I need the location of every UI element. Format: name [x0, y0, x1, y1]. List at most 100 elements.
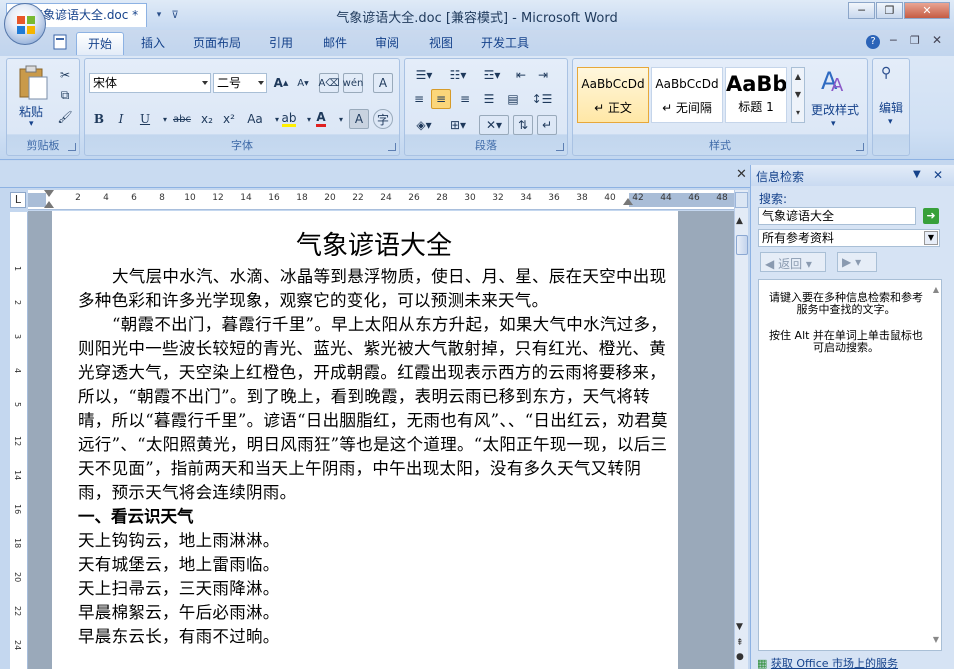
tab-references[interactable]: 引用 [258, 32, 304, 55]
superscript-button[interactable]: x² [219, 109, 239, 129]
bold-button[interactable]: B [89, 109, 109, 129]
char-border-icon[interactable]: A [373, 73, 393, 93]
tab-insert[interactable]: 插入 [130, 32, 176, 55]
styles-launcher-icon[interactable] [856, 143, 864, 151]
enclose-char-icon[interactable]: 字 [373, 109, 393, 129]
font-color-icon[interactable]: A [311, 109, 331, 129]
tab-selector-icon[interactable]: L [10, 192, 26, 208]
style-normal[interactable]: AaBbCcDd ↵ 正文 [577, 67, 649, 123]
change-case-button[interactable]: Aa [243, 109, 267, 129]
change-styles-dropdown-icon[interactable]: ▾ [831, 119, 836, 129]
forward-button[interactable]: ▶ ▾ [837, 252, 877, 272]
first-line-indent-marker[interactable] [44, 190, 54, 197]
style-heading1[interactable]: AaBb 标题 1 [725, 67, 787, 123]
results-scroll-down-icon[interactable]: ▼ [933, 634, 939, 646]
tab-home[interactable]: 开始 [76, 32, 125, 55]
cut-icon[interactable]: ✂ [55, 65, 75, 85]
quick-tab-icon[interactable] [52, 34, 70, 52]
right-indent-marker[interactable] [623, 198, 633, 205]
show-marks-icon[interactable]: ↵ [537, 115, 557, 135]
clear-format-icon[interactable]: A⌫ [319, 73, 340, 93]
close-button[interactable]: ✕ [904, 2, 950, 19]
align-right-icon[interactable]: ≡ [455, 89, 475, 109]
multilevel-list-icon[interactable]: ☲▾ [477, 65, 507, 85]
borders-icon[interactable]: ⊞▾ [443, 115, 473, 135]
binoculars-icon[interactable]: ⚲ [881, 65, 903, 87]
office-button[interactable] [4, 3, 46, 45]
select-browse-object-icon[interactable]: ● [736, 652, 744, 662]
scroll-up-icon[interactable]: ▲ [736, 216, 743, 226]
paste-button[interactable]: 粘贴 [19, 103, 43, 120]
doc-minimize-icon[interactable]: ─ [890, 34, 897, 47]
char-shading-icon[interactable]: A [349, 109, 369, 129]
search-input[interactable]: 气象谚语大全 [758, 207, 916, 225]
align-center-icon[interactable]: ≡ [431, 89, 451, 109]
style-no-spacing[interactable]: AaBbCcDd ↵ 无间隔 [651, 67, 723, 123]
editing-button[interactable]: 编辑 [879, 99, 903, 116]
copy-icon[interactable]: ⧉ [55, 85, 75, 105]
increase-indent-icon[interactable]: ⇥ [533, 65, 553, 85]
tab-developer[interactable]: 开发工具 [470, 32, 540, 55]
styles-scroll[interactable]: ▲ ▼ ▾ [791, 67, 805, 123]
strikethrough-button[interactable]: abc [169, 109, 195, 129]
document-close-icon[interactable]: ✕ [736, 167, 747, 182]
document-page[interactable]: 气象谚语大全 大气层中水汽、水滴、冰晶等到悬浮物质，使日、月、星、辰在天空中出现… [52, 211, 678, 669]
font-name-combo[interactable]: 宋体 [89, 73, 211, 93]
paragraph-launcher-icon[interactable] [556, 143, 564, 151]
tab-mailings[interactable]: 邮件 [312, 32, 358, 55]
shrink-font-icon[interactable]: A ▼ [293, 73, 313, 93]
document-canvas[interactable]: 气象谚语大全 大气层中水汽、水滴、冰晶等到悬浮物质，使日、月、星、辰在天空中出现… [28, 211, 734, 669]
view-ruler-icon[interactable] [735, 192, 748, 208]
back-button[interactable]: ◀ 返回 ▾ [760, 252, 826, 272]
change-styles-button[interactable]: 更改样式 [811, 101, 859, 118]
tab-view[interactable]: 视图 [418, 32, 464, 55]
pane-options-icon[interactable]: ▼ [913, 169, 921, 180]
decrease-indent-icon[interactable]: ⇤ [511, 65, 531, 85]
help-icon[interactable]: ? [866, 35, 880, 49]
font-size-combo[interactable]: 二号 [213, 73, 267, 93]
sort-icon[interactable]: ⇅ [513, 115, 533, 135]
font-launcher-icon[interactable] [388, 143, 396, 151]
source-dropdown-icon[interactable]: ▼ [924, 231, 938, 245]
distributed-icon[interactable]: ▤ [503, 89, 523, 109]
font-color-dropdown-icon[interactable]: ▾ [331, 109, 351, 129]
ruler-number: 4 [103, 193, 109, 203]
vertical-ruler[interactable]: 123451214161820222426 [10, 212, 28, 669]
underline-button[interactable]: U [135, 109, 155, 129]
previous-page-icon[interactable]: ⇞ [736, 638, 744, 648]
doc-restore-icon[interactable]: ❐ [910, 34, 920, 47]
change-styles-icon[interactable]: AA [819, 65, 849, 96]
paste-icon[interactable] [17, 65, 51, 101]
shading-icon[interactable]: ◈▾ [409, 115, 439, 135]
doc-close-icon[interactable]: ✕ [932, 33, 942, 47]
results-scroll-up-icon[interactable]: ▲ [933, 284, 939, 296]
office-marketplace-link[interactable]: ▦ 获取 Office 市场上的服务 [757, 655, 954, 669]
chinese-layout-icon[interactable]: ✕▾ [479, 115, 509, 135]
tab-review[interactable]: 审阅 [364, 32, 410, 55]
grow-font-icon[interactable]: A ▲ [271, 73, 291, 93]
horizontal-ruler[interactable]: 2 4 6 8 10 12 14 16 18 20 22 24 26 28 30 32 34 36 38 40 42 44… [28, 190, 734, 210]
search-go-icon[interactable]: ➜ [923, 208, 939, 224]
pane-close-icon[interactable]: ✕ [933, 168, 943, 182]
italic-button[interactable]: I [111, 109, 131, 129]
source-select[interactable]: 所有参考资料 ▼ [758, 229, 940, 247]
clipboard-launcher-icon[interactable] [68, 143, 76, 151]
phonetic-guide-icon[interactable]: wén [343, 73, 363, 93]
format-painter-icon[interactable]: 🖌 [55, 107, 75, 127]
vertical-scrollbar[interactable] [734, 190, 748, 669]
line-spacing-icon[interactable]: ↕☰ [527, 89, 557, 109]
tab-page-layout[interactable]: 页面布局 [182, 32, 252, 55]
scroll-thumb[interactable] [736, 235, 748, 255]
editing-dropdown-icon[interactable]: ▾ [888, 117, 893, 127]
scroll-down-icon[interactable]: ▼ [736, 622, 743, 632]
align-left-icon[interactable]: ≡ [409, 89, 429, 109]
hanging-indent-marker[interactable] [44, 201, 54, 208]
bullets-icon[interactable]: ☰▾ [409, 65, 439, 85]
justify-icon[interactable]: ☰ [479, 89, 499, 109]
numbering-icon[interactable]: ☷▾ [443, 65, 473, 85]
subscript-button[interactable]: x₂ [197, 109, 217, 129]
paste-dropdown-icon[interactable]: ▾ [29, 119, 34, 129]
restore-button[interactable]: ❐ [876, 2, 903, 19]
highlight-icon[interactable]: ab [279, 109, 299, 129]
minimize-button[interactable]: ─ [848, 2, 875, 19]
